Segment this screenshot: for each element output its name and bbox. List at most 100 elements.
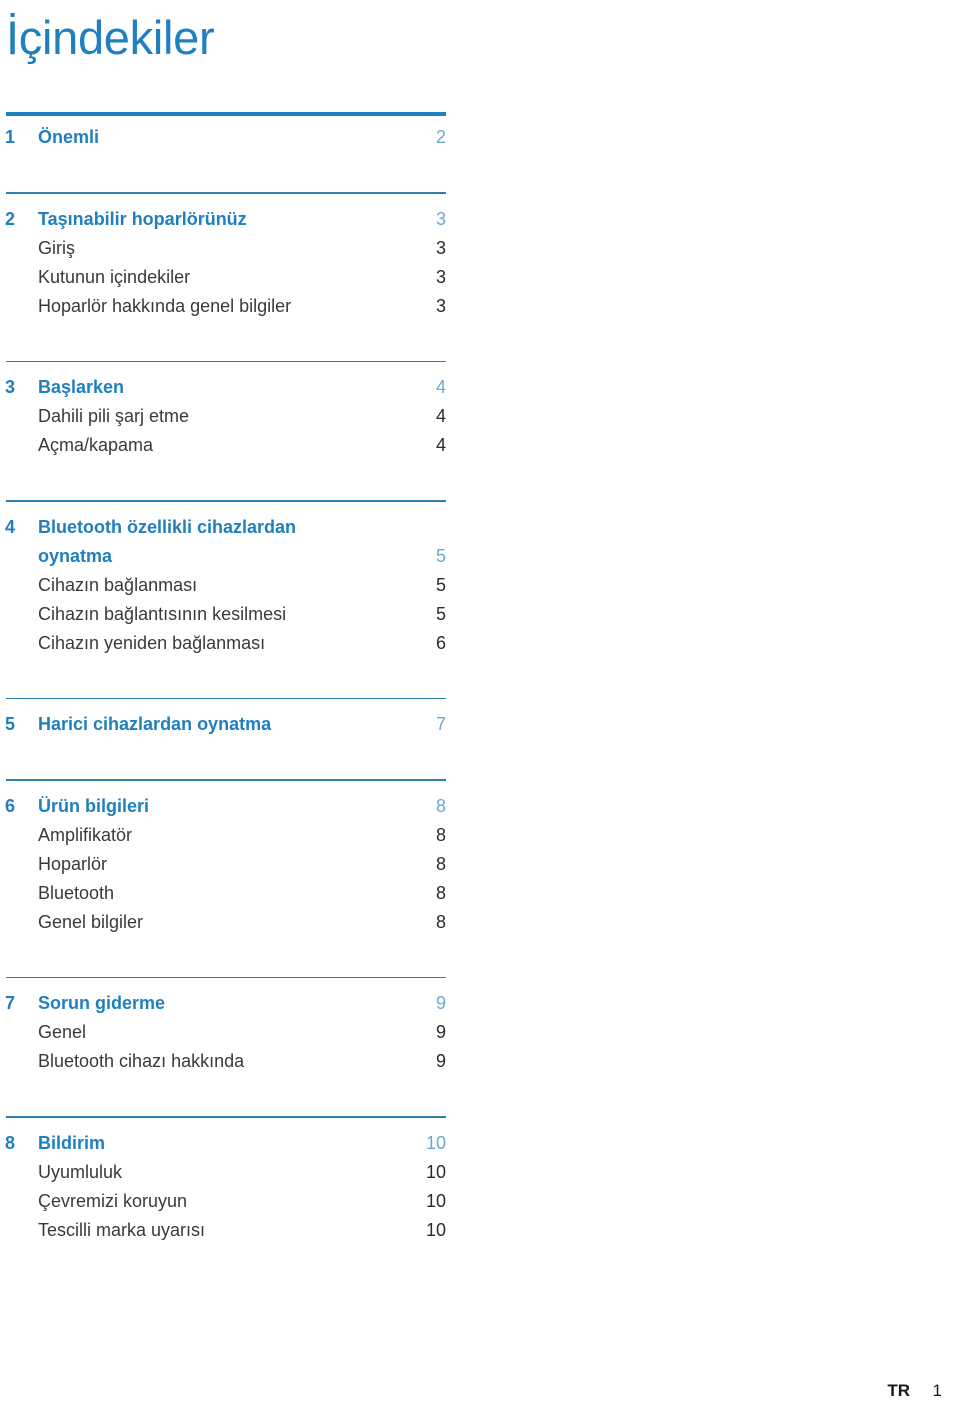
chapter-title: Ürün bilgileri — [38, 795, 150, 816]
entry-page-number: 10 — [425, 1161, 446, 1182]
toc-chapter-row[interactable]: 5 Harici cihazlardan oynatma 7 — [5, 710, 446, 739]
entry-page-number: 9 — [435, 1022, 446, 1042]
toc-entry-row[interactable]: Bluetooth cihazı hakkında 9 — [5, 1047, 446, 1076]
chapter-title: Harici cihazlardan oynatma — [38, 714, 272, 734]
chapter-title: Bluetooth özellikli cihazlardan — [38, 516, 297, 537]
divider-gap — [5, 699, 450, 710]
toc-chapter-row-continued[interactable]: oynatma 5 — [5, 542, 446, 571]
toc-section: 6 Ürün bilgileri 8 Amplifikatör 8 Hoparlör 8 Bl… — [5, 792, 446, 937]
toc-chapter-row[interactable]: 4 Bluetooth özellikli cihazlardan — [5, 513, 446, 542]
toc-chapter-row[interactable]: 2 Taşınabilir hoparlörünüz 3 — [5, 205, 446, 234]
chapter-number: 3 — [5, 377, 16, 397]
toc-chapter-row[interactable]: 3 Başlarken 4 — [5, 373, 446, 402]
document-page: İçindekiler 1 Önemli 2 2 Taşınabilir hoparlö… — [0, 0, 960, 1417]
entry-page-number: 5 — [435, 574, 446, 595]
divider-gap — [5, 1118, 450, 1129]
toc-section: 7 Sorun giderme 9 Genel 9 Bluetooth cihazı ha… — [5, 989, 446, 1076]
toc-entry-row[interactable]: Cihazın yeniden bağlanması 6 — [5, 629, 446, 658]
chapter-number: 6 — [5, 795, 16, 816]
toc-chapter-row[interactable]: 1 Önemli 2 — [5, 116, 446, 152]
divider-gap — [5, 502, 450, 513]
table-of-contents: İçindekiler 1 Önemli 2 2 Taşınabilir hoparlö… — [5, 0, 450, 1245]
entry-page-number: 4 — [435, 406, 446, 426]
toc-entry-row[interactable]: Kutunun içindekiler 3 — [5, 263, 446, 292]
entry-label: Giriş — [38, 237, 75, 258]
entry-label: Hoparlör hakkında genel bilgiler — [38, 295, 292, 316]
entry-label: Cihazın bağlantısının kesilmesi — [38, 603, 287, 624]
entry-page-number: 6 — [435, 632, 446, 653]
entry-page-number: 10 — [425, 1190, 446, 1211]
entry-label: Kutunun içindekiler — [38, 266, 191, 287]
toc-section: 3 Başlarken 4 Dahili pili şarj etme 4 Açma/ka… — [5, 373, 446, 460]
toc-chapter-row[interactable]: 8 Bildirim 10 — [5, 1129, 446, 1158]
toc-section: 8 Bildirim 10 Uyumluluk 10 Çevremizi koruyun 1… — [5, 1129, 446, 1245]
entry-label: Bluetooth — [38, 882, 115, 903]
entry-page-number: 8 — [435, 911, 446, 932]
toc-entry-row[interactable]: Cihazın bağlantısının kesilmesi 5 — [5, 600, 446, 629]
chapter-page-number: 9 — [435, 993, 446, 1013]
toc-entry-row[interactable]: Tescilli marka uyarısı 10 — [5, 1216, 446, 1245]
entry-label: Amplifikatör — [38, 824, 133, 845]
chapter-number: 1 — [5, 127, 16, 147]
chapter-number: 8 — [5, 1132, 16, 1153]
toc-chapter-row[interactable]: 6 Ürün bilgileri 8 — [5, 792, 446, 821]
toc-entry-row[interactable]: Cihazın bağlanması 5 — [5, 571, 446, 600]
entry-page-number: 8 — [435, 824, 446, 845]
entry-page-number: 3 — [435, 295, 446, 316]
chapter-title-line2: oynatma — [38, 545, 113, 566]
divider-gap — [5, 781, 450, 792]
entry-page-number: 4 — [435, 435, 446, 455]
toc-section: 4 Bluetooth özellikli cihazlardan oynatma 5… — [5, 513, 446, 658]
chapter-number: 4 — [5, 516, 16, 537]
entry-label: Hoparlör — [38, 853, 108, 874]
entry-label: Dahili pili şarj etme — [38, 406, 190, 426]
entry-page-number: 3 — [435, 266, 446, 287]
chapter-page-number: 3 — [435, 208, 446, 229]
chapter-number: 7 — [5, 993, 16, 1013]
toc-section: 2 Taşınabilir hoparlörünüz 3 Giriş 3 Kutunun … — [5, 205, 446, 321]
chapter-title: Taşınabilir hoparlörünüz — [38, 208, 247, 229]
entry-page-number: 9 — [435, 1051, 446, 1071]
toc-section: 1 Önemli 2 — [5, 116, 446, 152]
toc-chapter-row[interactable]: 7 Sorun giderme 9 — [5, 989, 446, 1018]
chapter-title: Bildirim — [38, 1132, 106, 1153]
footer-page-number: 1 — [932, 1381, 942, 1400]
entry-label: Cihazın yeniden bağlanması — [38, 632, 266, 653]
entry-label: Çevremizi koruyun — [38, 1190, 188, 1211]
entry-label: Cihazın bağlanması — [38, 574, 198, 595]
divider-gap — [5, 194, 450, 205]
toc-entry-row[interactable]: Bluetooth 8 — [5, 879, 446, 908]
toc-entry-row[interactable]: Giriş 3 — [5, 234, 446, 263]
chapter-title: Önemli — [38, 127, 100, 147]
entry-label: Genel bilgiler — [38, 911, 144, 932]
chapter-page-number: 8 — [435, 795, 446, 816]
toc-section-list: 1 Önemli 2 2 Taşınabilir hoparlörünüz 3 Giriş 3… — [5, 116, 450, 1245]
toc-entry-row[interactable]: Hoparlör hakkında genel bilgiler 3 — [5, 292, 446, 321]
toc-entry-row[interactable]: Hoparlör 8 — [5, 850, 446, 879]
entry-label: Tescilli marka uyarısı — [38, 1219, 206, 1240]
toc-entry-row[interactable]: Amplifikatör 8 — [5, 821, 446, 850]
entry-page-number: 8 — [435, 853, 446, 874]
footer-language-code: TR — [887, 1381, 910, 1400]
entry-label: Bluetooth cihazı hakkında — [38, 1051, 245, 1071]
chapter-number: 5 — [5, 714, 16, 734]
toc-entry-row[interactable]: Dahili pili şarj etme 4 — [5, 402, 446, 431]
toc-entry-row[interactable]: Çevremizi koruyun 10 — [5, 1187, 446, 1216]
toc-entry-row[interactable]: Genel 9 — [5, 1018, 446, 1047]
entry-label: Uyumluluk — [38, 1161, 123, 1182]
toc-entry-row[interactable]: Açma/kapama 4 — [5, 431, 446, 460]
chapter-title: Başlarken — [38, 377, 125, 397]
toc-entry-row[interactable]: Uyumluluk 10 — [5, 1158, 446, 1187]
divider-gap — [5, 362, 450, 373]
chapter-page-number: 7 — [435, 714, 446, 734]
chapter-page-number: 4 — [435, 377, 446, 397]
toc-entry-row[interactable]: Genel bilgiler 8 — [5, 908, 446, 937]
chapter-page-number: 10 — [425, 1132, 446, 1153]
entry-label: Açma/kapama — [38, 435, 154, 455]
